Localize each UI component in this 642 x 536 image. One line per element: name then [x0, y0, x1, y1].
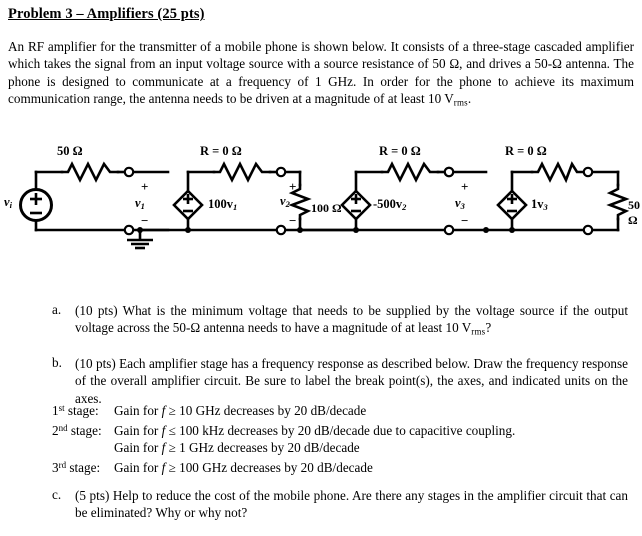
label-resistor-source: 50 Ω — [57, 144, 83, 158]
question-c-marker: c. — [52, 487, 62, 502]
label-resistor-stage3: R = 0 Ω — [505, 144, 547, 158]
stage-2-line-1: Gain for f ≤ 100 kHz decreases by 20 dB/… — [114, 422, 516, 438]
intro-text-part2: , and drives a 50- — [459, 56, 553, 72]
exam-page: Problem 3 – Amplifiers (25 pts) An RF am… — [0, 0, 642, 536]
label-node1-v1: v1 — [135, 196, 146, 212]
label-antenna-50ohm: 50 Ω — [628, 198, 640, 227]
label-node2-minus: − — [289, 213, 297, 228]
label-dep-source-2: -500v2 — [373, 197, 407, 213]
stage-2-label: 2nd stage: — [52, 422, 102, 438]
label-node1-plus: + — [141, 179, 149, 194]
question-c-text: (5 pts) Help to reduce the cost of the m… — [75, 488, 628, 521]
label-resistor-stage1: R = 0 Ω — [200, 144, 242, 158]
label-node1-minus: − — [141, 213, 149, 228]
rms-subscript: rms — [471, 326, 486, 337]
label-source-vi: vi — [4, 195, 13, 211]
question-b-marker: b. — [52, 355, 62, 370]
label-node3-v3: v3 — [455, 196, 466, 212]
stage-row-2b: Gain for f ≥ 1 GHz decreases by 20 dB/de… — [52, 439, 612, 457]
stage-1-line-1: Gain for f ≥ 10 GHz decreases by 20 dB/d… — [114, 402, 367, 418]
stage-3-line-1: Gain for f ≥ 100 GHz decreases by 20 dB/… — [114, 459, 373, 475]
intro-paragraph: An RF amplifier for the transmitter of a… — [8, 38, 634, 112]
stage-row-1: 1st stage: Gain for f ≥ 10 GHz decreases … — [52, 400, 612, 420]
rms-subscript: rms — [453, 97, 468, 108]
label-dep-source-1: 100v1 — [208, 197, 238, 213]
label-load-100ohm: 100 Ω — [311, 201, 342, 215]
label-node3-plus: + — [461, 179, 469, 194]
ohm-symbol: Ω — [552, 56, 562, 72]
stage-3-label: 3rd stage: — [52, 459, 101, 475]
stage-2-line-2: Gain for f ≥ 1 GHz decreases by 20 dB/de… — [114, 440, 360, 456]
question-a-marker: a. — [52, 302, 62, 317]
label-node2-v2: v2 — [280, 194, 291, 210]
label-resistor-stage2: R = 0 Ω — [379, 144, 421, 158]
qa-part2: antenna needs to have a magnitude of at … — [200, 320, 472, 336]
intro-text-end: . — [467, 91, 472, 107]
stage-spec-list: 1st stage: Gain for f ≥ 10 GHz decreases … — [52, 400, 612, 476]
qa-end: ? — [485, 320, 492, 336]
ohm-symbol: Ω — [449, 56, 460, 72]
label-node3-minus: − — [461, 213, 469, 228]
ohm-symbol: Ω — [190, 320, 201, 336]
label-dep-source-3: 1v3 — [531, 197, 548, 213]
label-node2-plus: + — [289, 179, 297, 194]
stage-row-3: 3rd stage: Gain for f ≥ 100 GHz decreases… — [52, 457, 612, 477]
page-title: Problem 3 – Amplifiers (25 pts) — [8, 6, 205, 22]
stage-1-label: 1st stage: — [52, 402, 99, 418]
circuit-diagram: vi 50 Ω + v1 − 100v1 R = 0 Ω + v2 − 100 … — [0, 141, 642, 261]
stage-row-2: 2nd stage: Gain for f ≤ 100 kHz decreases… — [52, 420, 612, 440]
question-a-text: (10 pts) What is the minimum voltage tha… — [75, 302, 628, 341]
